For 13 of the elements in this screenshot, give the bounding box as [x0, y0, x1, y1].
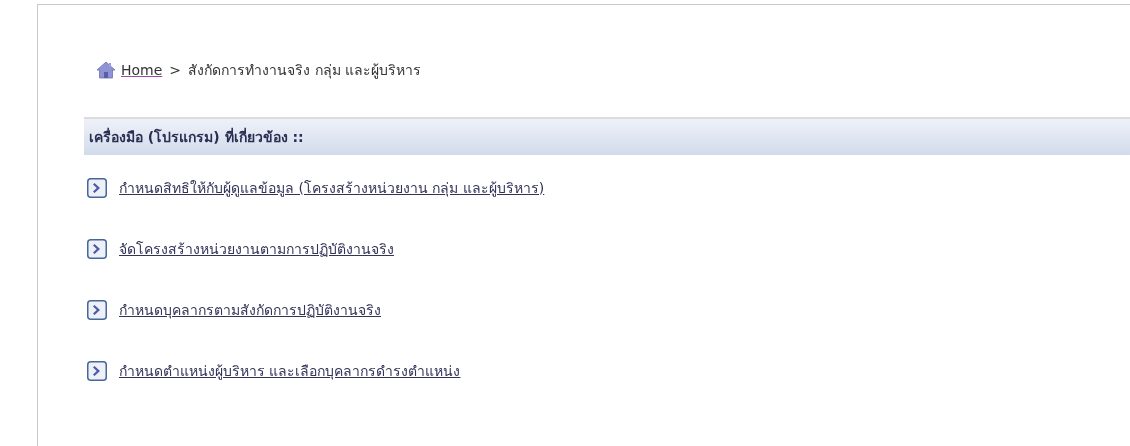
section-header: เครื่องมือ (โปรแกรม) ที่เกี่ยวข้อง ::: [84, 117, 1130, 155]
chevron-right-icon[interactable]: [87, 300, 107, 320]
chevron-right-icon[interactable]: [87, 178, 107, 198]
breadcrumb-current: สังกัดการทำงานจริง กลุ่ม และผู้บริหาร: [188, 61, 421, 81]
home-icon: [96, 61, 116, 79]
tool-link[interactable]: กำหนดบุคลากรตามสังกัดการปฏิบัติงานจริง: [119, 299, 381, 321]
chevron-right-icon[interactable]: [87, 361, 107, 381]
tool-link[interactable]: กำหนดตำแหน่งผู้บริหาร และเลือกบุคลากรดำรงตำแหน่ง: [119, 360, 461, 382]
tool-link[interactable]: กำหนดสิทธิให้กับผู้ดูแลข้อมูล (โครงสร้างหน่วยงาน กลุ่ม และผู้บริหาร): [119, 177, 545, 199]
tool-link[interactable]: จัดโครงสร้างหน่วยงานตามการปฏิบัติงานจริง: [119, 238, 394, 260]
breadcrumb-separator: >: [169, 62, 182, 78]
chevron-right-icon[interactable]: [87, 239, 107, 259]
home-link[interactable]: Home: [121, 62, 163, 78]
